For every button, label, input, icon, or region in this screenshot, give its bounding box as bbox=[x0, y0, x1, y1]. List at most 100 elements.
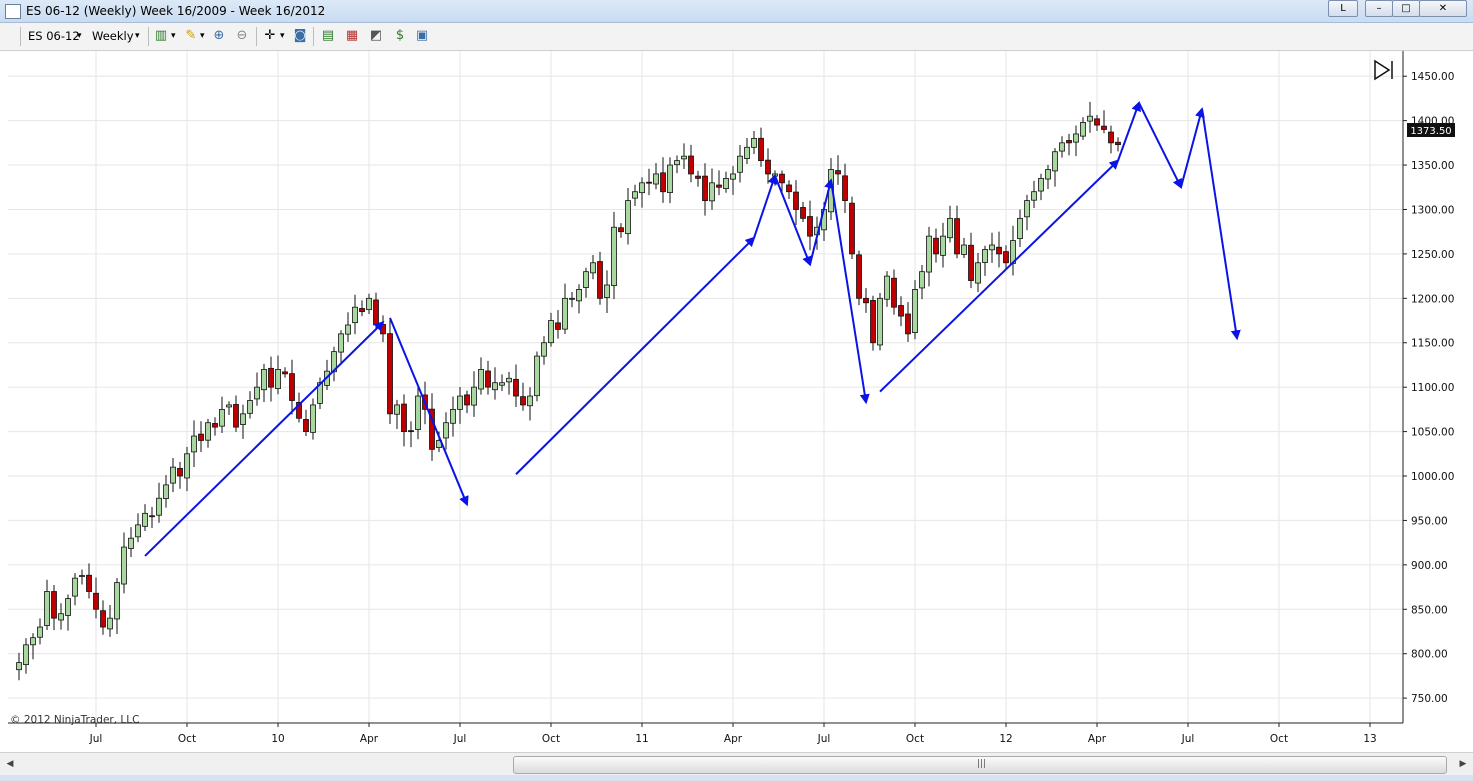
chart-style-dropdown-icon[interactable]: ▾ bbox=[171, 28, 176, 44]
candle bbox=[219, 396, 225, 434]
candle bbox=[674, 155, 680, 174]
candle-body-up bbox=[562, 297, 568, 330]
candle-body-up bbox=[1031, 191, 1037, 201]
candle-body-down bbox=[933, 237, 939, 255]
candle-body-down bbox=[513, 378, 519, 397]
candle bbox=[163, 475, 169, 508]
candle bbox=[1073, 125, 1079, 157]
candle-body-up bbox=[653, 173, 659, 185]
candle bbox=[401, 394, 407, 447]
candle-body-up bbox=[457, 395, 463, 410]
zoom-in-icon[interactable]: ⊕ bbox=[211, 28, 227, 44]
candlestick-style-icon[interactable]: ▥ bbox=[153, 28, 169, 44]
time-tick-label: 10 bbox=[271, 733, 284, 745]
time-tick-label: Apr bbox=[360, 733, 379, 745]
candle bbox=[555, 310, 561, 339]
candle bbox=[443, 412, 449, 450]
time-tick-label: Apr bbox=[724, 733, 743, 745]
candle-body-up bbox=[940, 235, 946, 256]
candle-body-down bbox=[660, 172, 666, 193]
candle-body-up bbox=[30, 637, 36, 646]
zoom-out-icon[interactable]: ⊖ bbox=[234, 28, 250, 44]
candle-body-up bbox=[723, 177, 729, 190]
candle-body-down bbox=[702, 175, 708, 201]
candle bbox=[954, 205, 960, 259]
price-chart[interactable]: 1450.001400.001350.001300.001250.001200.… bbox=[0, 51, 1473, 751]
close-button[interactable]: ✕ bbox=[1419, 0, 1467, 17]
minimize-button[interactable]: – bbox=[1365, 0, 1393, 17]
candle bbox=[51, 585, 57, 631]
candle-body-up bbox=[604, 284, 610, 299]
period-dropdown-icon[interactable]: ▾ bbox=[135, 28, 140, 44]
instrument-selector[interactable]: ES 06-12 bbox=[28, 28, 80, 44]
candle bbox=[198, 421, 204, 452]
scroll-right-icon[interactable]: ▶ bbox=[1456, 756, 1470, 772]
chart-properties-icon[interactable]: ◩ bbox=[368, 28, 384, 44]
candle-body-down bbox=[835, 170, 841, 175]
candle-body-down bbox=[303, 419, 309, 432]
candle-body-up bbox=[163, 484, 169, 499]
candle bbox=[961, 237, 967, 259]
candle bbox=[30, 633, 36, 660]
time-tick-label: Jul bbox=[1181, 733, 1195, 745]
candle-body-down bbox=[373, 299, 379, 326]
candle bbox=[534, 351, 540, 402]
candle bbox=[513, 364, 519, 408]
candle-body-down bbox=[646, 181, 652, 184]
candle bbox=[1017, 209, 1023, 247]
candle-body-up bbox=[450, 408, 456, 424]
candle-body-down bbox=[597, 261, 603, 299]
chart-grid bbox=[8, 51, 1403, 723]
time-tick-label: Jul bbox=[89, 733, 103, 745]
candle bbox=[359, 300, 365, 317]
candle bbox=[212, 417, 218, 436]
maximize-button[interactable]: □ bbox=[1392, 0, 1420, 17]
candle bbox=[387, 318, 393, 424]
candle-body-up bbox=[919, 271, 925, 289]
candle-body-up bbox=[1045, 169, 1051, 180]
drawing-dropdown-icon[interactable]: ▾ bbox=[200, 28, 205, 44]
template-icon[interactable]: ▣ bbox=[414, 28, 430, 44]
instrument-dropdown-icon[interactable]: ▾ bbox=[77, 28, 82, 44]
chart-app-icon bbox=[5, 4, 21, 19]
scroll-thumb[interactable]: ||| bbox=[513, 756, 1447, 774]
period-selector[interactable]: Weekly bbox=[92, 28, 134, 44]
pencil-draw-icon[interactable]: ✎ bbox=[183, 28, 199, 44]
candle-body-down bbox=[856, 254, 862, 299]
crosshair-icon[interactable]: ✛ bbox=[262, 28, 278, 44]
candle-body-up bbox=[478, 368, 484, 390]
candle-body-up bbox=[1052, 151, 1058, 172]
link-button[interactable]: L bbox=[1328, 0, 1358, 17]
candle-body-up bbox=[534, 355, 540, 397]
candle-body-down bbox=[1094, 118, 1100, 126]
candle bbox=[583, 267, 589, 298]
candle-body-down bbox=[793, 191, 799, 210]
candle bbox=[765, 148, 771, 184]
candle-body-down bbox=[289, 373, 295, 401]
candle-body-down bbox=[198, 433, 204, 441]
candle-body-up bbox=[156, 497, 162, 516]
scroll-left-icon[interactable]: ◀ bbox=[3, 756, 17, 772]
data-box-icon[interactable]: ◙ bbox=[292, 28, 308, 44]
candle bbox=[758, 127, 764, 167]
candle-body-up bbox=[23, 644, 29, 666]
toolbar-separator bbox=[256, 27, 257, 46]
candle-body-down bbox=[268, 367, 274, 388]
strategies-icon[interactable]: ▦ bbox=[344, 28, 360, 44]
dollar-icon[interactable]: $ bbox=[392, 28, 408, 44]
candle-body-down bbox=[100, 610, 106, 628]
candle bbox=[800, 201, 806, 222]
candle bbox=[149, 507, 155, 529]
candle-body-up bbox=[1059, 142, 1065, 152]
candle-body-up bbox=[1087, 115, 1093, 122]
candle-body-up bbox=[611, 226, 617, 287]
indicators-icon[interactable]: ▤ bbox=[320, 28, 336, 44]
candle-body-down bbox=[968, 244, 974, 281]
chart-scrollbar[interactable]: ◀ ||| ▶ bbox=[0, 752, 1473, 775]
candle-body-down bbox=[716, 184, 722, 188]
candle-body-up bbox=[415, 395, 421, 430]
price-chart-panel[interactable]: 1450.00 1400.00 1350.00 1300.00 1250.00 1200.… bbox=[0, 51, 1473, 751]
candle bbox=[345, 312, 351, 342]
trend-arrow bbox=[879, 159, 1120, 393]
crosshair-dropdown-icon[interactable]: ▾ bbox=[280, 28, 285, 44]
